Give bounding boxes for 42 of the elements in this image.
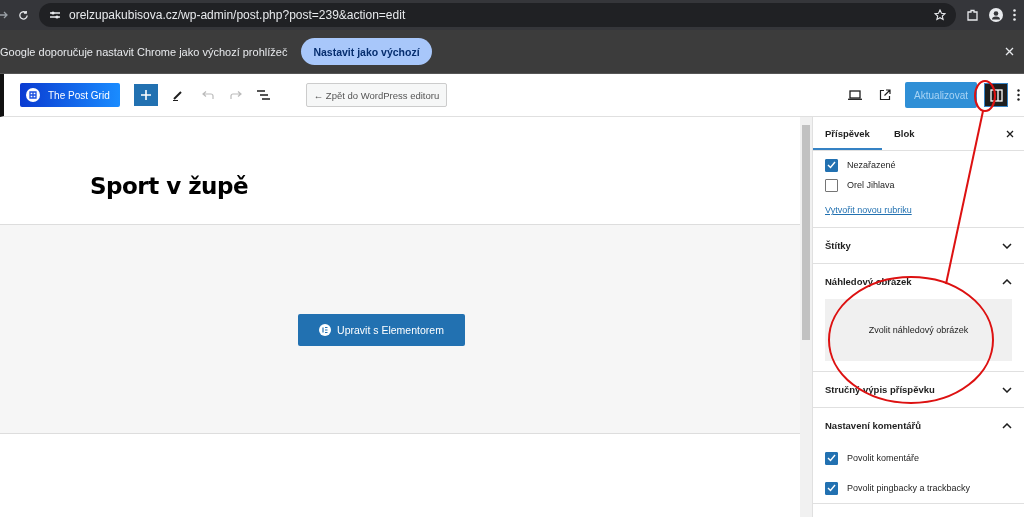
annotation-circle [974, 80, 996, 112]
edit-with-elementor-button[interactable]: Upravit s Elementorem [298, 314, 465, 346]
url-text: orelzupakubisova.cz/wp-admin/post.php?post=239&action=edit [69, 8, 407, 22]
more-icon[interactable] [1013, 9, 1016, 21]
checkbox[interactable] [825, 178, 838, 192]
checkbox-label: Povolit komentáře [847, 453, 920, 463]
elementor-logo-icon [319, 324, 332, 336]
chevron-up-icon[interactable] [1002, 422, 1012, 429]
post-grid-button[interactable]: The Post Grid [20, 83, 120, 107]
infobar-message: Google doporučuje nastavit Chrome jako výchozí prohlížeč [0, 45, 288, 58]
checkbox[interactable] [825, 481, 838, 495]
checkbox-label: Povolit pingbacky a trackbacky [847, 483, 971, 493]
forward-icon[interactable] [0, 10, 8, 20]
set-default-button[interactable]: Nastavit jako výchozí [301, 38, 432, 65]
sidebar-icon [989, 88, 1003, 102]
featured-image-button[interactable]: Zvolit náhledový obrázek [825, 299, 1012, 361]
post-title: Sport v župě [90, 171, 248, 199]
checkbox[interactable] [825, 451, 838, 465]
extension-icon[interactable] [966, 8, 979, 22]
plus-icon [140, 90, 151, 100]
profile-icon[interactable] [989, 8, 1003, 22]
add-block-button[interactable] [133, 84, 158, 106]
checkbox-label: Nezařazené [847, 160, 896, 170]
close-icon[interactable] [1006, 129, 1014, 138]
sidebar-tab[interactable]: Příspěvek [813, 117, 882, 150]
star-icon[interactable] [934, 9, 946, 21]
panel-header[interactable]: Nastavení komentářů [825, 408, 1012, 443]
scrollbar-thumb[interactable] [802, 125, 810, 340]
checkbox[interactable] [825, 158, 838, 172]
options-icon[interactable] [1017, 89, 1020, 101]
chevron-up-icon[interactable] [1002, 278, 1012, 285]
address-bar[interactable]: orelzupakubisova.cz/wp-admin/post.php?post=239&action=edit [39, 3, 956, 27]
chevron-down-icon[interactable] [1002, 242, 1012, 249]
new-category-link[interactable]: Vytvořit novou rubriku [825, 205, 1012, 215]
panel-header[interactable]: Štítky [825, 228, 1012, 263]
grid-logo-icon [26, 88, 40, 102]
site-settings-icon[interactable] [49, 10, 61, 20]
back-to-editor-button[interactable]: ← Zpět do WordPress editoru [305, 83, 448, 107]
checkbox-label: Orel Jihlava [847, 180, 895, 190]
reload-icon[interactable] [18, 9, 29, 21]
sidebar-tab[interactable]: Blok [881, 117, 927, 150]
chevron-down-icon[interactable] [1002, 386, 1012, 393]
